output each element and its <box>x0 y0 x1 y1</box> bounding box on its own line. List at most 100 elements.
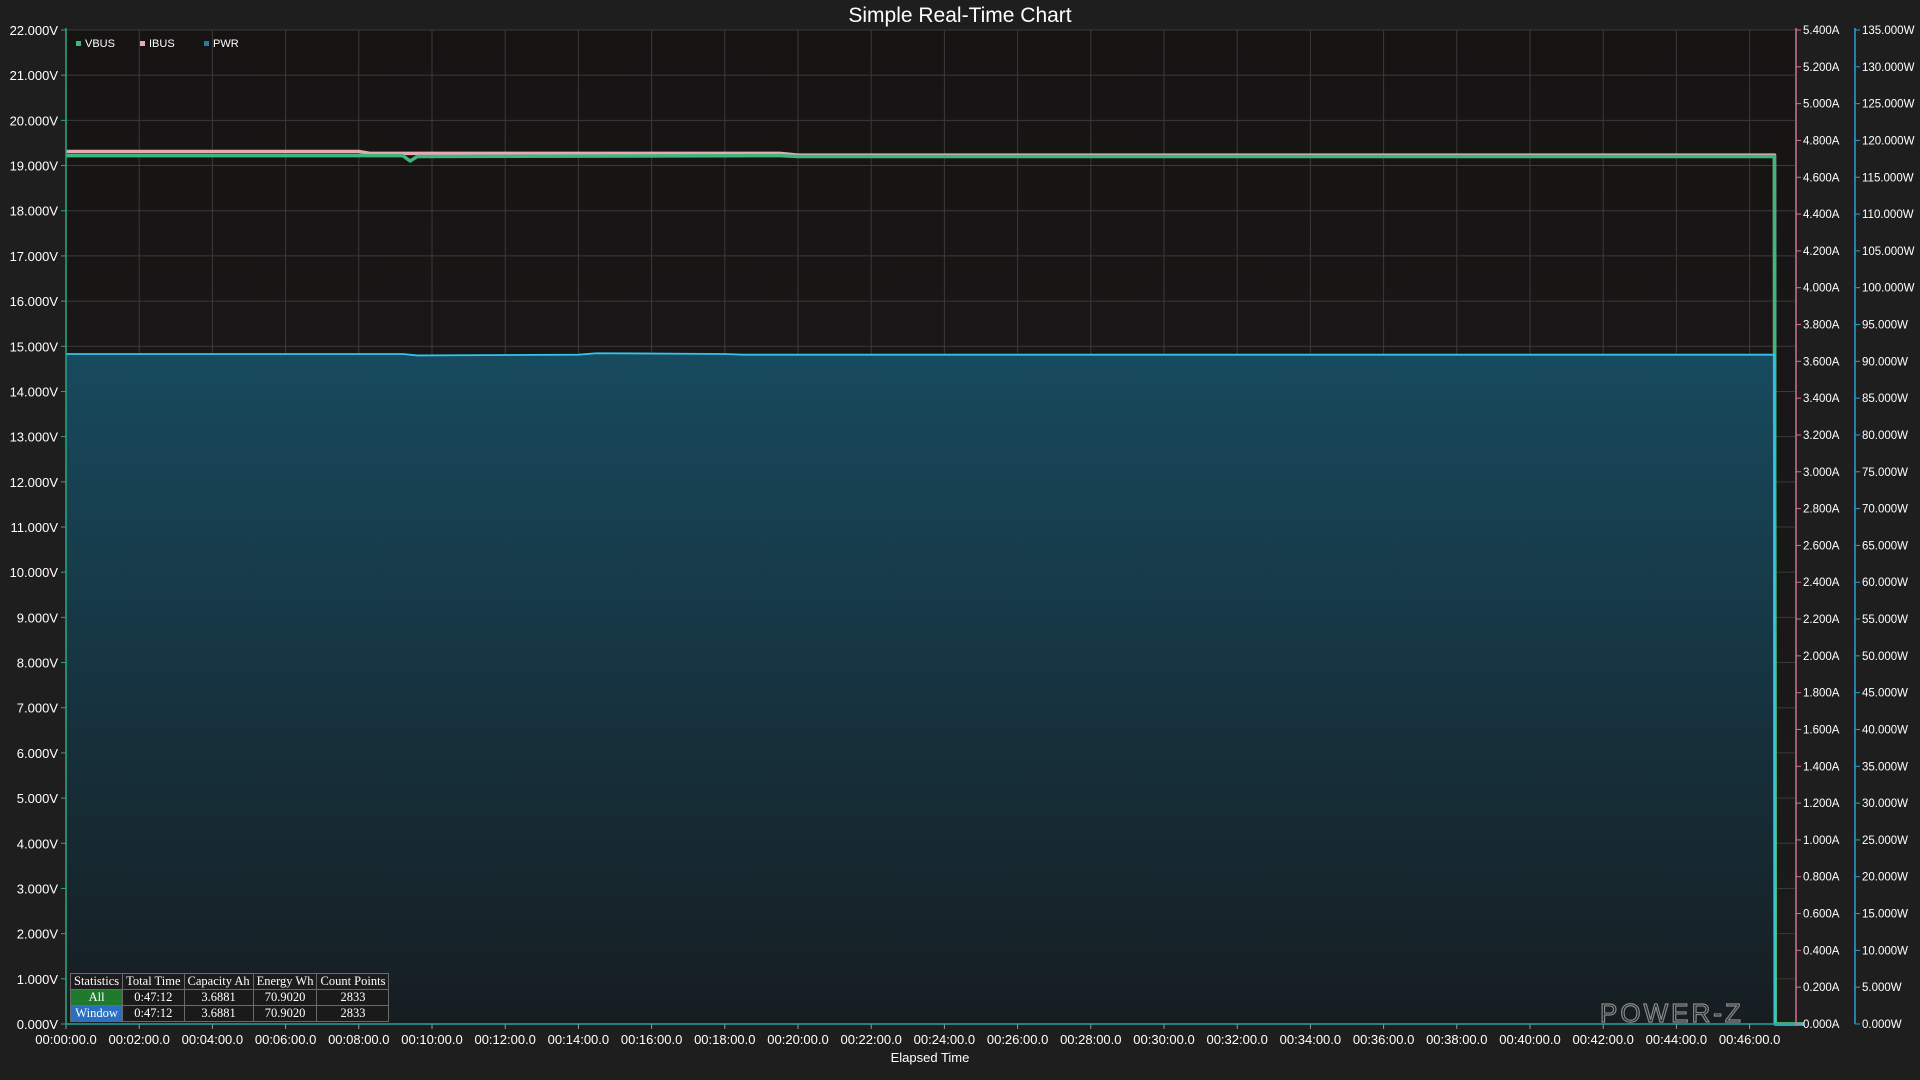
stats-all-total-time: 0:47:12 <box>122 989 185 1006</box>
legend-label: VBUS <box>85 38 115 50</box>
y-left-tick-label: 6.000V <box>17 746 59 761</box>
stats-header-count-points: Count Points <box>316 973 390 990</box>
y-left-tick-label: 11.000V <box>11 520 59 535</box>
x-tick-label: 00:18:00.0 <box>694 1032 755 1047</box>
y-power-tick-label: 25.000W <box>1862 835 1908 847</box>
y-left-tick-label: 4.000V <box>17 836 59 851</box>
y-left-tick-label: 22.000V <box>10 23 59 38</box>
legend-swatch <box>204 41 209 46</box>
x-tick-label: 00:40:00.0 <box>1499 1032 1560 1047</box>
y-power-tick-label: 90.000W <box>1862 356 1908 368</box>
y-power-tick-label: 45.000W <box>1862 688 1908 700</box>
y-left-tick-label: 18.000V <box>10 204 59 219</box>
y-left-tick-label: 16.000V <box>10 294 59 309</box>
y-left-tick-label: 12.000V <box>10 475 59 490</box>
y-current-tick-label: 0.600A <box>1803 909 1840 921</box>
y-power-tick-label: 120.000W <box>1862 135 1915 147</box>
x-tick-label: 00:24:00.0 <box>914 1032 975 1047</box>
x-tick-label: 00:02:00.0 <box>108 1032 169 1047</box>
x-tick-label: 00:36:00.0 <box>1353 1032 1414 1047</box>
y-left-tick-label: 7.000V <box>17 701 59 716</box>
stats-header-statistics: Statistics <box>69 973 124 990</box>
stats-all-capacity: 3.6881 <box>183 989 254 1006</box>
x-tick-label: 00:16:00.0 <box>621 1032 682 1047</box>
y-left-tick-label: 2.000V <box>17 927 59 942</box>
y-power-tick-label: 65.000W <box>1862 540 1908 552</box>
y-power-tick-label: 10.000W <box>1862 945 1908 957</box>
x-tick-label: 00:38:00.0 <box>1426 1032 1487 1047</box>
x-axis-title: Elapsed Time <box>891 1050 970 1065</box>
y-power-tick-label: 95.000W <box>1862 320 1908 332</box>
y-current-tick-label: 3.800A <box>1803 320 1840 332</box>
y-power-tick-label: 75.000W <box>1862 467 1908 479</box>
chart-title: Simple Real-Time Chart <box>848 4 1071 27</box>
y-power-tick-label: 20.000W <box>1862 872 1908 884</box>
y-power-tick-label: 110.000W <box>1862 209 1914 221</box>
y-current-tick-label: 2.600A <box>1803 540 1840 552</box>
stats-all-count: 2833 <box>316 989 390 1006</box>
stats-window-count: 2833 <box>316 1005 390 1022</box>
y-left-tick-label: 13.000V <box>10 430 59 445</box>
x-tick-label: 00:00:00.0 <box>35 1032 96 1047</box>
y-current-tick-label: 2.400A <box>1803 577 1840 589</box>
y-current-tick-label: 2.200A <box>1803 614 1840 626</box>
x-tick-label: 00:30:00.0 <box>1133 1032 1194 1047</box>
y-power-tick-label: 115.000W <box>1862 172 1914 184</box>
y-left-tick-label: 17.000V <box>10 249 59 264</box>
x-tick-label: 00:32:00.0 <box>1206 1032 1267 1047</box>
x-tick-label: 00:14:00.0 <box>548 1032 609 1047</box>
y-power-tick-label: 5.000W <box>1862 982 1902 994</box>
y-current-tick-label: 4.400A <box>1803 209 1840 221</box>
chart: Simple Real-Time Chart 00:00:00.0 00:02:0… <box>10 4 1915 1065</box>
y-power-tick-label: 100.000W <box>1862 283 1915 295</box>
y-left-tick-label: 5.000V <box>17 791 59 806</box>
statistics-header-row: Statistics Total Time Capacity Ah Energy… <box>69 973 390 990</box>
pwr-area-fill <box>66 353 1805 1024</box>
stats-all-label: All <box>69 989 124 1006</box>
y-current-tick-label: 3.600A <box>1803 356 1840 368</box>
y-current-tick-label: 5.000A <box>1803 99 1840 111</box>
legend-swatch <box>76 41 81 46</box>
chart-root: Simple Real-Time Chart 00:00:00.0 00:02:0… <box>0 0 1920 1080</box>
x-tick-label: 00:12:00.0 <box>474 1032 535 1047</box>
y-left-tick-label: 9.000V <box>17 610 59 625</box>
y-power-tick-label: 105.000W <box>1862 246 1915 258</box>
x-tick-label: 00:10:00.0 <box>401 1032 462 1047</box>
x-tick-label: 00:22:00.0 <box>840 1032 901 1047</box>
y-left-tick-label: 1.000V <box>17 972 59 987</box>
pwr-area <box>66 353 1805 1024</box>
y-current-tick-label: 1.000A <box>1803 835 1840 847</box>
y-power-tick-label: 80.000W <box>1862 430 1908 442</box>
y-current-tick-label: 0.800A <box>1803 872 1840 884</box>
legend-swatch <box>140 41 145 46</box>
y-current-tick-label: 4.800A <box>1803 135 1840 147</box>
y-power-tick-label: 70.000W <box>1862 504 1908 516</box>
y-power-tick-label: 30.000W <box>1862 798 1908 810</box>
statistics-row-window: Window 0:47:12 3.6881 70.9020 2833 <box>69 1005 390 1022</box>
y-left-tick-label: 10.000V <box>10 565 59 580</box>
x-tick-label: 00:20:00.0 <box>767 1032 828 1047</box>
x-tick-label: 00:44:00.0 <box>1646 1032 1707 1047</box>
stats-window-label: Window <box>69 1005 124 1022</box>
x-tick-label: 00:26:00.0 <box>987 1032 1048 1047</box>
y-current-tick-label: 2.800A <box>1803 504 1840 516</box>
x-tick-label: 00:06:00.0 <box>255 1032 316 1047</box>
x-tick-label: 00:34:00.0 <box>1280 1032 1341 1047</box>
y-power-tick-label: 135.000W <box>1862 25 1915 37</box>
x-tick-label: 00:28:00.0 <box>1060 1032 1121 1047</box>
y-power-tick-label: 35.000W <box>1862 761 1908 773</box>
y-current-tick-label: 2.000A <box>1803 651 1840 663</box>
stats-window-total-time: 0:47:12 <box>122 1005 185 1022</box>
legend: VBUS IBUS PWR <box>76 38 239 50</box>
watermark-logo: POWER-Z <box>1600 998 1744 1028</box>
y-current-tick-label: 1.200A <box>1803 798 1840 810</box>
y-current-tick-label: 5.200A <box>1803 62 1840 74</box>
x-tick-label: 00:08:00.0 <box>328 1032 389 1047</box>
y-power-tick-label: 0.000W <box>1862 1019 1902 1031</box>
y-power-tick-label: 55.000W <box>1862 614 1908 626</box>
stats-window-capacity: 3.6881 <box>183 1005 254 1022</box>
stats-header-energy: Energy Wh <box>252 973 318 990</box>
y-left-tick-label: 21.000V <box>10 68 59 83</box>
y-power-tick-label: 60.000W <box>1862 577 1908 589</box>
stats-header-total-time: Total Time <box>122 973 185 990</box>
